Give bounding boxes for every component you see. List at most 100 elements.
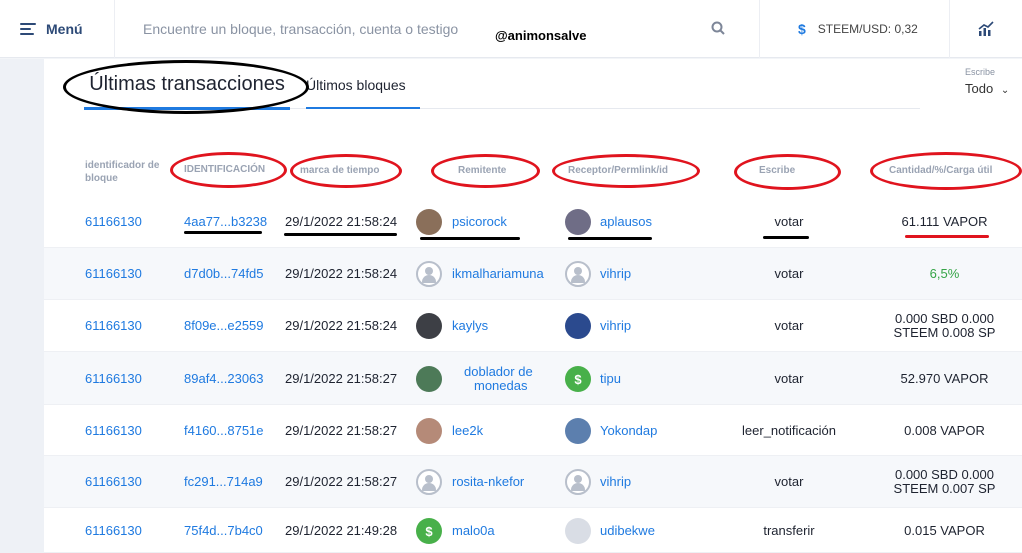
- transaction-id-link[interactable]: 75f4d...7b4c0: [184, 523, 263, 538]
- transaction-id-link[interactable]: d7d0b...74fd5: [184, 266, 264, 281]
- sender-avatar: $: [416, 518, 442, 544]
- sender-link[interactable]: ikmalhariamuna: [452, 266, 544, 281]
- menu-icon: [20, 22, 36, 35]
- sender-link[interactable]: kaylys: [452, 318, 488, 333]
- annotation-underline: [568, 237, 652, 240]
- amount-value: 0.000 SBD 0.000: [894, 467, 995, 482]
- timestamp: 29/1/2022 21:58:24: [285, 266, 398, 281]
- type-filter[interactable]: Escribe Todo ⌄: [965, 67, 1009, 96]
- menu-label: Menú: [46, 20, 83, 37]
- transaction-id-link[interactable]: fc291...714a9: [184, 474, 263, 489]
- receiver-link[interactable]: vihrip: [600, 474, 631, 489]
- filter-value: Todo: [965, 81, 994, 96]
- sender-link[interactable]: psicorock: [452, 214, 507, 229]
- amount-value: 6,5%: [929, 266, 960, 281]
- sender-link[interactable]: rosita-nkefor: [452, 474, 524, 489]
- annotation-oval: [63, 60, 309, 114]
- transaction-type: votar: [774, 214, 804, 229]
- receiver-link[interactable]: vihrip: [600, 318, 631, 333]
- receiver-link[interactable]: aplausos: [600, 214, 652, 229]
- col-block-id: identificador de bloque: [85, 160, 160, 184]
- transaction-type: votar: [774, 266, 804, 281]
- chart-icon: [978, 20, 994, 36]
- amount-value: STEEM 0.008 SP: [893, 325, 996, 340]
- transaction-type: transferir: [763, 523, 815, 538]
- left-gutter: [0, 59, 44, 553]
- filter-label: Escribe: [965, 67, 996, 77]
- table-header: identificador de bloque IDENTIFICACIÓN m…: [44, 152, 1022, 195]
- transaction-id-link[interactable]: 4aa77...b3238: [184, 214, 267, 229]
- table-row: 61166130 d7d0b...74fd5 29/1/2022 21:58:24 i…: [44, 248, 1022, 300]
- timestamp: 29/1/2022 21:58:27: [285, 423, 398, 438]
- sender-link[interactable]: monedas: [474, 378, 527, 393]
- annotation-underline: [184, 231, 262, 234]
- timestamp: 29/1/2022 21:58:24: [285, 214, 398, 229]
- receiver-avatar: [565, 209, 591, 235]
- annotation-oval: [431, 154, 540, 188]
- sender-link[interactable]: doblador de: [464, 364, 533, 379]
- filter-select[interactable]: Todo ⌄: [965, 81, 1009, 96]
- sender-avatar: [416, 418, 442, 444]
- receiver-link[interactable]: Yokondap: [600, 423, 657, 438]
- receiver-avatar: [565, 313, 591, 339]
- block-link[interactable]: 61166130: [85, 318, 142, 333]
- amount-value: 61.111 VAPOR: [901, 214, 988, 229]
- annotation-oval: [870, 152, 1022, 190]
- watermark: @animonsalve: [495, 27, 587, 43]
- dollar-icon: $: [798, 20, 806, 37]
- top-bar: Menú @animonsalve $ STEEM/USD: 0,32: [0, 0, 1022, 58]
- annotation-oval: [552, 154, 700, 188]
- transaction-type: leer_notificación: [742, 423, 836, 438]
- block-link[interactable]: 61166130: [85, 266, 142, 281]
- block-link[interactable]: 61166130: [85, 474, 142, 489]
- block-link[interactable]: 61166130: [85, 423, 142, 438]
- block-link[interactable]: 61166130: [85, 371, 142, 386]
- receiver-avatar: [565, 261, 591, 287]
- menu-button[interactable]: Menú: [0, 0, 115, 58]
- annotation-underline: [905, 235, 989, 238]
- table-row: 61166130 4aa77...b3238 29/1/2022 21:58:24 p…: [44, 196, 1022, 248]
- sender-link[interactable]: lee2k: [452, 423, 483, 438]
- timestamp: 29/1/2022 21:58:27: [285, 474, 398, 489]
- receiver-link[interactable]: udibekwe: [600, 523, 655, 538]
- table-row: 61166130 89af4...23063 29/1/2022 21:58:27 d…: [44, 352, 1022, 405]
- sender-avatar: [416, 366, 442, 392]
- receiver-avatar: [565, 518, 591, 544]
- annotation-underline: [763, 236, 809, 239]
- annotation-oval: [734, 154, 841, 190]
- table-row: 61166130 fc291...714a9 29/1/2022 21:58:27 r…: [44, 456, 1022, 508]
- block-link[interactable]: 61166130: [85, 523, 142, 538]
- price-label: STEEM/USD: 0,32: [817, 21, 918, 36]
- receiver-link[interactable]: tipu: [600, 371, 621, 386]
- block-link[interactable]: 61166130: [85, 214, 142, 229]
- amount-value: 52.970 VAPOR: [900, 371, 989, 386]
- receiver-link[interactable]: vihrip: [600, 266, 631, 281]
- annotation-oval: [170, 152, 287, 188]
- transaction-id-link[interactable]: f4160...8751e: [184, 423, 264, 438]
- sender-link[interactable]: malo0a: [452, 523, 495, 538]
- transaction-id-link[interactable]: 8f09e...e2559: [184, 318, 264, 333]
- amount-value: STEEM 0.007 SP: [893, 481, 996, 496]
- annotation-oval: [290, 154, 402, 188]
- amount-value: 0.015 VAPOR: [904, 523, 985, 538]
- transaction-type: votar: [774, 318, 804, 333]
- timestamp: 29/1/2022 21:49:28: [285, 523, 398, 538]
- amount-value: 0.008 VAPOR: [904, 423, 985, 438]
- table-row: 61166130 f4160...8751e 29/1/2022 21:58:27 l…: [44, 405, 1022, 456]
- transaction-id-link[interactable]: 89af4...23063: [184, 371, 264, 386]
- chevron-down-icon: ⌄: [1000, 85, 1010, 96]
- sender-avatar: [416, 469, 442, 495]
- price-ticker: $ STEEM/USD: 0,32: [760, 0, 950, 58]
- sender-avatar: [416, 313, 442, 339]
- receiver-avatar: [565, 469, 591, 495]
- search-icon[interactable]: [711, 21, 725, 35]
- timestamp: 29/1/2022 21:58:24: [285, 318, 398, 333]
- table-row: 61166130 75f4d...7b4c0 29/1/2022 21:49:28 $…: [44, 508, 1022, 553]
- chart-button[interactable]: [950, 0, 1022, 58]
- transaction-type: votar: [774, 371, 804, 386]
- search-bar: @animonsalve: [115, 0, 760, 58]
- tab-latest-blocks[interactable]: Últimos bloques: [306, 59, 420, 109]
- annotation-underline: [284, 233, 397, 236]
- receiver-avatar: [565, 418, 591, 444]
- receiver-avatar: $: [565, 366, 591, 392]
